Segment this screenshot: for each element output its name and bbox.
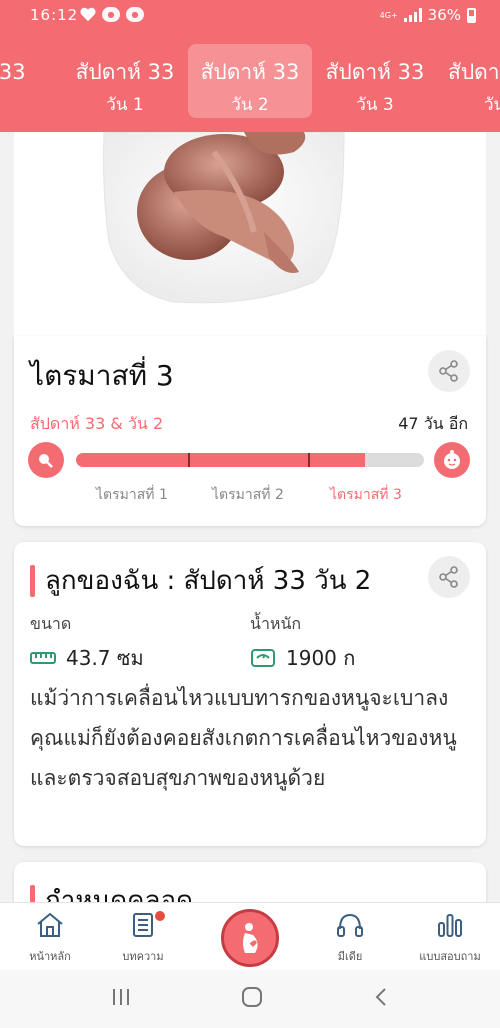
baby-face-icon <box>434 442 470 478</box>
trimester-2-label: ไตรมาสที่ 2 <box>212 487 284 503</box>
size-value-row: 43.7 ซม <box>30 642 144 674</box>
nav-articles[interactable]: บทความ <box>103 911 183 965</box>
recent-apps-icon <box>113 989 129 1005</box>
baby-info-card: ลูกของฉัน : สัปดาห์ 33 วัน 2 ขนาด น้ำหนั… <box>14 542 486 846</box>
nav-media-label: มีเดีย <box>337 950 363 963</box>
status-bar: 16:12 ● ● 4G+ 36% <box>0 0 500 32</box>
battery-percent: 36% <box>427 6 461 24</box>
ruler-icon <box>30 652 56 664</box>
home-button[interactable] <box>240 986 264 1012</box>
nav-pregnancy-center-button[interactable] <box>221 909 279 967</box>
share-button[interactable] <box>428 350 470 392</box>
battery-icon <box>467 7 476 23</box>
tab-week-day[interactable]: สัปดาห์ 33 วัน 1 <box>63 44 187 118</box>
weight-value: 1900 ก <box>286 646 356 670</box>
back-button[interactable] <box>372 986 392 1012</box>
article-icon <box>133 913 153 937</box>
share-icon <box>439 566 458 588</box>
week-day-tabs: ห์ 33 สัปดาห์ 33 วัน 1 สัปดาห์ 33 วัน 2 … <box>0 44 500 118</box>
bar-chart-icon <box>438 914 462 937</box>
tab-week-day[interactable]: สัปดาห์ 33 วัน 3 <box>313 44 437 118</box>
headphones-icon <box>337 913 363 937</box>
tab-week-day[interactable]: ห์ 33 <box>0 44 64 118</box>
days-remaining: 47 วัน อีก <box>398 414 468 433</box>
title-accent-bar <box>30 564 35 597</box>
signal-icon <box>403 8 422 22</box>
trimester-divider <box>188 453 190 467</box>
bottom-navigation: หน้าหลัก บทความ มีเดีย แบบสอบถาม <box>0 902 500 970</box>
network-type: 4G+ <box>379 10 398 20</box>
current-week-day: สัปดาห์ 33 & วัน 2 <box>30 414 164 433</box>
back-chevron-icon <box>375 988 386 1006</box>
home-icon <box>37 912 63 937</box>
system-navigation-bar <box>0 970 500 1028</box>
share-icon <box>439 360 458 382</box>
home-circle-icon <box>242 987 262 1007</box>
heart-notification-icon <box>80 7 96 22</box>
progress-fill <box>76 453 365 467</box>
nav-home[interactable]: หน้าหลัก <box>10 911 90 965</box>
pregnancy-start-icon <box>28 442 64 478</box>
baby-card-title: ลูกของฉัน : สัปดาห์ 33 วัน 2 <box>30 560 371 601</box>
nav-articles-label: บทความ <box>122 950 164 963</box>
nav-home-label: หน้าหลัก <box>29 950 71 963</box>
trimester-1-label: ไตรมาสที่ 1 <box>96 487 168 503</box>
tab-week-day[interactable]: สัปดา วัน <box>440 44 500 118</box>
size-value: 43.7 ซม <box>66 646 144 670</box>
tab-week-day-selected[interactable]: สัปดาห์ 33 วัน 2 <box>188 44 312 118</box>
trimester-divider <box>308 453 310 467</box>
trimester-title: ไตรมาสที่ 3 <box>30 359 174 392</box>
notification-dot <box>155 911 165 921</box>
top-header: 16:12 ● ● 4G+ 36% ห์ 33 สัปดาห์ 33 วัน 1… <box>0 0 500 132</box>
share-button[interactable] <box>428 556 470 598</box>
recent-apps-button[interactable] <box>110 986 132 1012</box>
fetus-illustration <box>14 132 486 336</box>
app-notification-icon: ● <box>126 7 144 22</box>
scale-icon <box>251 649 275 667</box>
pregnant-mother-icon <box>243 923 258 953</box>
status-time: 16:12 <box>30 6 79 24</box>
nav-quiz[interactable]: แบบสอบถาม <box>410 911 490 965</box>
trimester-3-label: ไตรมาสที่ 3 <box>330 487 402 503</box>
nav-media[interactable]: มีเดีย <box>310 911 390 965</box>
line-notification-icon: ● <box>102 7 120 22</box>
nav-quiz-label: แบบสอบถาม <box>419 950 481 963</box>
trimester-card: ไตรมาสที่ 3 สัปดาห์ 33 & วัน 2 47 วัน อี… <box>14 336 486 526</box>
pregnancy-progress-bar <box>76 453 424 467</box>
weight-value-row: 1900 ก <box>250 642 355 674</box>
baby-description: แม้ว่าการเคลื่อนไหวแบบทารกของหนูจะเบาลง … <box>30 686 457 790</box>
weight-label: น้ำหนัก <box>250 614 302 633</box>
size-label: ขนาด <box>30 614 72 633</box>
